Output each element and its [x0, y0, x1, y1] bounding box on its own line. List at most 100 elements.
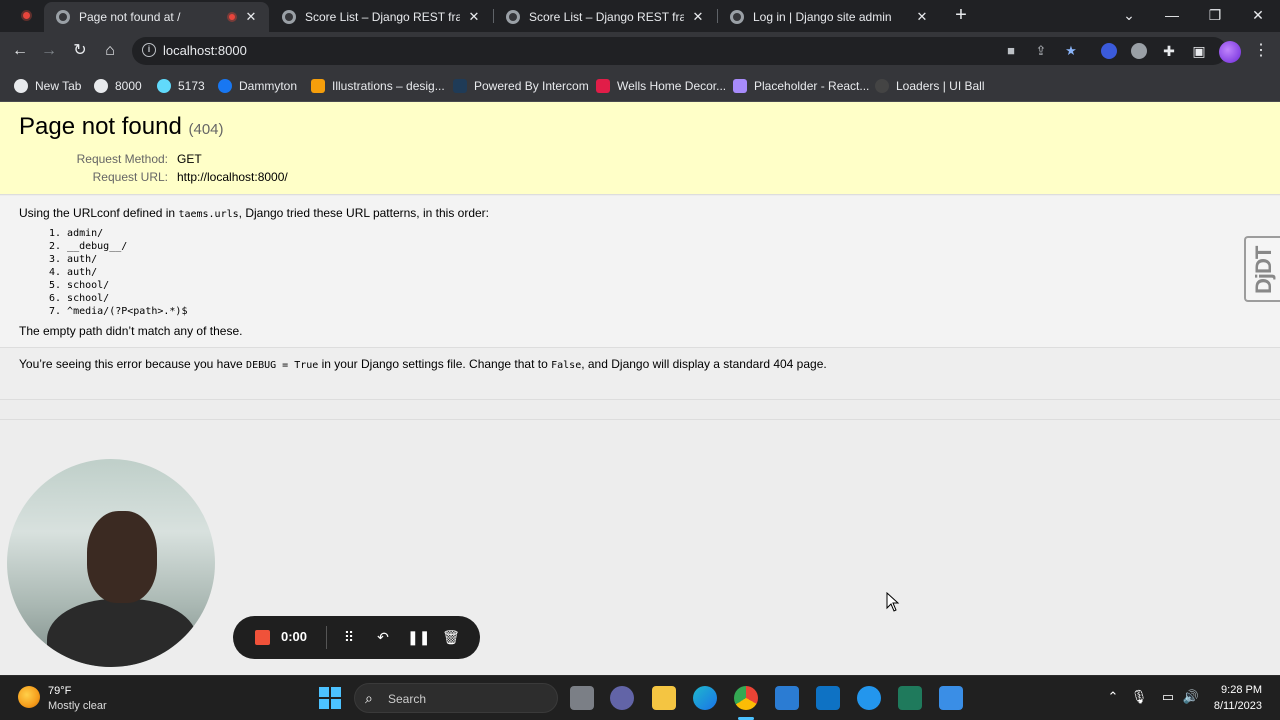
bookmark-star-icon[interactable]: ★ — [1063, 43, 1079, 59]
tab-search-icon[interactable]: ⌄ — [1117, 4, 1141, 26]
close-tab-icon[interactable]: ✕ — [690, 9, 706, 25]
url-pattern: 3. auth/ — [49, 254, 98, 265]
facebook-icon — [218, 79, 232, 93]
explain-part: in your Django settings file. Change tha… — [318, 357, 552, 371]
stop-recording-button[interactable] — [255, 630, 270, 645]
minimize-icon[interactable]: — — [1160, 4, 1184, 26]
react-icon — [157, 79, 171, 93]
forward-icon[interactable]: → — [38, 40, 60, 62]
tab-score-list-1[interactable]: Score List – Django REST framew ✕ — [270, 2, 492, 32]
microphone-icon[interactable]: 🎙 — [1130, 689, 1148, 705]
weather-condition[interactable]: Mostly clear — [48, 700, 107, 712]
url-pattern: 2. __debug__/ — [49, 241, 128, 252]
bookmark-placeholder-react[interactable]: Placeholder - React... — [733, 77, 869, 95]
recording-timer: 0:00 — [281, 629, 308, 644]
weather-moon-icon[interactable] — [18, 686, 40, 708]
url-pattern: 6. school/ — [49, 293, 110, 304]
globe-icon — [730, 10, 744, 24]
explain-part: You’re seeing this error because you hav… — [19, 357, 247, 371]
new-tab-button[interactable]: + — [950, 4, 972, 26]
close-window-icon[interactable]: ✕ — [1246, 4, 1270, 26]
bookmark-intercom[interactable]: Powered By Intercom — [453, 77, 589, 95]
delete-trash-icon[interactable]: 🗑 — [441, 627, 461, 647]
windows-start-icon[interactable] — [319, 687, 341, 709]
divider — [326, 626, 327, 649]
globe-icon — [282, 10, 296, 24]
profile-avatar[interactable] — [1219, 41, 1241, 63]
tab-django-admin-login[interactable]: Log in | Django site admin ✕ — [718, 2, 940, 32]
bookmark-5173[interactable]: 5173 — [157, 77, 205, 95]
djdt-label: DjDT — [1251, 246, 1276, 294]
teams-chat-icon[interactable] — [610, 686, 634, 710]
close-tab-icon[interactable]: ✕ — [914, 9, 930, 25]
tab-title: Score List – Django REST framew — [305, 10, 460, 24]
debug-true-code: DEBUG = True — [246, 360, 319, 371]
search-icon: ⌕ — [365, 690, 373, 706]
bookmark-8000[interactable]: 8000 — [94, 77, 142, 95]
urlconf-description: Using the URLconf defined in taems.urls,… — [19, 206, 489, 220]
back-icon[interactable]: ← — [9, 40, 31, 62]
pause-icon[interactable]: ❚❚ — [407, 627, 430, 647]
url-pattern: 7. ^media/(?P<path>.*)$ — [49, 306, 188, 317]
django-debug-toolbar-handle[interactable]: DjDT — [1244, 236, 1280, 302]
clock-date[interactable]: 8/11/2023 — [1214, 700, 1262, 712]
url-text[interactable]: localhost:8000 — [163, 43, 247, 58]
extension-icon[interactable] — [1131, 43, 1147, 59]
restore-icon[interactable]: ❐ — [1203, 4, 1227, 26]
close-tab-icon[interactable]: ✕ — [243, 9, 259, 25]
bookmark-dammyton[interactable]: Dammyton — [218, 77, 297, 95]
undo-icon[interactable]: ↶ — [373, 627, 393, 647]
chrome-browser-icon[interactable] — [734, 686, 758, 710]
microsoft-store-icon[interactable] — [775, 686, 799, 710]
grid-dots-icon[interactable]: ⠿ — [339, 627, 359, 647]
globe-icon — [56, 10, 70, 24]
request-url-label: Request URL: — [92, 170, 168, 184]
share-icon[interactable]: ⇪ — [1033, 43, 1049, 59]
bookmark-label: Powered By Intercom — [474, 79, 589, 93]
taskbar-search[interactable]: ⌕ Search — [354, 683, 558, 713]
mouse-cursor-icon — [886, 592, 900, 612]
tab-score-list-2[interactable]: Score List – Django REST framew ✕ — [494, 2, 716, 32]
clock-time[interactable]: 9:28 PM — [1221, 684, 1262, 696]
no-match-message: The empty path didn’t match any of these… — [19, 324, 243, 338]
browser-toolbar: ← → ↻ ⌂ i localhost:8000 ■ ⇪ ★ ✚ ▣ ⋮ — [0, 32, 1280, 70]
volume-icon[interactable]: 🔊 — [1182, 689, 1200, 705]
globe-icon — [14, 79, 28, 93]
address-bar[interactable]: i localhost:8000 ■ ⇪ ★ — [132, 37, 1227, 65]
false-code: False — [551, 360, 582, 371]
bookmark-label: Placeholder - React... — [754, 79, 870, 93]
show-hidden-icons-chevron-icon[interactable]: ⌃ — [1104, 689, 1122, 705]
webcam-person-head — [87, 511, 157, 603]
side-panel-icon[interactable]: ▣ — [1188, 40, 1210, 62]
urlconf-module: taems.urls — [178, 209, 239, 220]
close-tab-icon[interactable]: ✕ — [466, 9, 482, 25]
notepad-icon[interactable] — [939, 686, 963, 710]
edge-browser-icon[interactable] — [693, 686, 717, 710]
network-icon[interactable]: ▭ — [1159, 689, 1177, 705]
tab-strip: Page not found at / ✕ Score List – Djang… — [0, 0, 1280, 32]
globe-icon — [94, 79, 108, 93]
extension-react-devtools-icon[interactable] — [1101, 43, 1117, 59]
tab-title: Page not found at / — [79, 10, 181, 24]
menu-kebab-icon[interactable]: ⋮ — [1250, 40, 1272, 62]
title-text: Page not found — [19, 113, 182, 140]
bookmark-illustrations[interactable]: Illustrations – desig... — [311, 77, 445, 95]
reload-icon[interactable]: ↻ — [69, 40, 91, 62]
site-info-icon[interactable]: i — [142, 43, 156, 57]
bookmarks-bar: New Tab 8000 5173 Dammyton Illustrations… — [0, 70, 1280, 102]
vscode-icon[interactable] — [816, 686, 840, 710]
wells-icon — [596, 79, 610, 93]
bookmark-new-tab[interactable]: New Tab — [14, 77, 81, 95]
bookmark-wells-home[interactable]: Wells Home Decor... — [596, 77, 726, 95]
camera-icon[interactable]: ■ — [1003, 43, 1019, 59]
bookmark-label: 5173 — [178, 79, 205, 93]
file-explorer-icon[interactable] — [652, 686, 676, 710]
extensions-puzzle-icon[interactable]: ✚ — [1158, 40, 1180, 62]
datagrip-icon[interactable] — [898, 686, 922, 710]
docker-icon[interactable] — [857, 686, 881, 710]
task-view-icon[interactable] — [570, 686, 594, 710]
tab-page-not-found[interactable]: Page not found at / ✕ — [44, 2, 269, 32]
home-icon[interactable]: ⌂ — [99, 40, 121, 62]
weather-temperature[interactable]: 79°F — [48, 685, 71, 697]
bookmark-loaders-ui-ball[interactable]: Loaders | UI Ball — [875, 77, 985, 95]
